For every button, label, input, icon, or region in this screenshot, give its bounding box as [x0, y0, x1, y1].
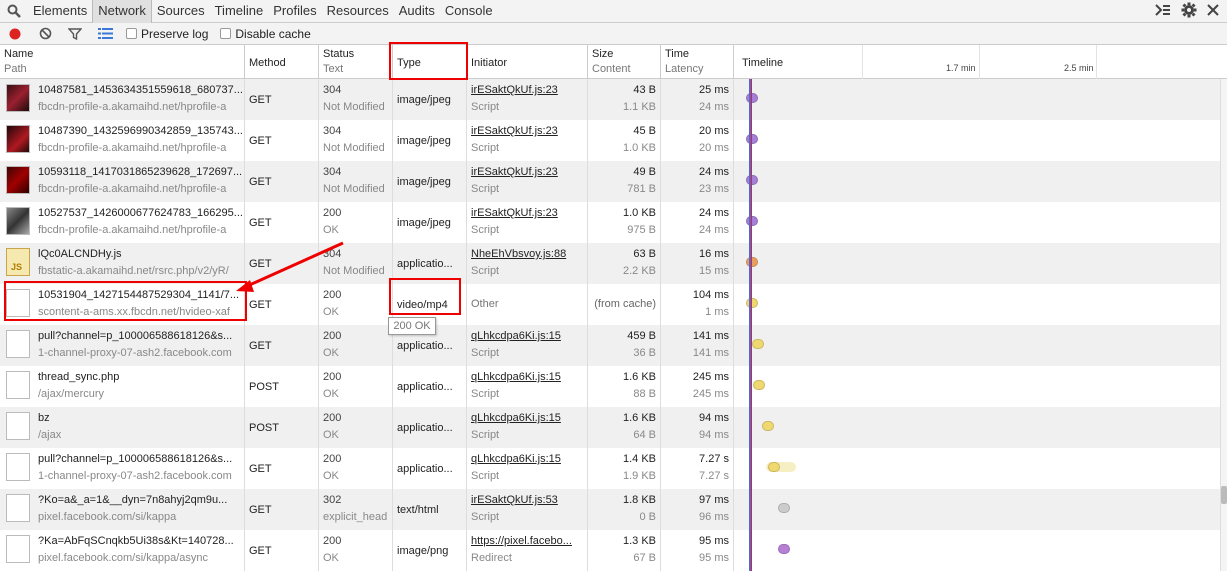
status-tooltip: 200 OK: [388, 317, 436, 335]
annotation-arrow: [236, 241, 344, 292]
